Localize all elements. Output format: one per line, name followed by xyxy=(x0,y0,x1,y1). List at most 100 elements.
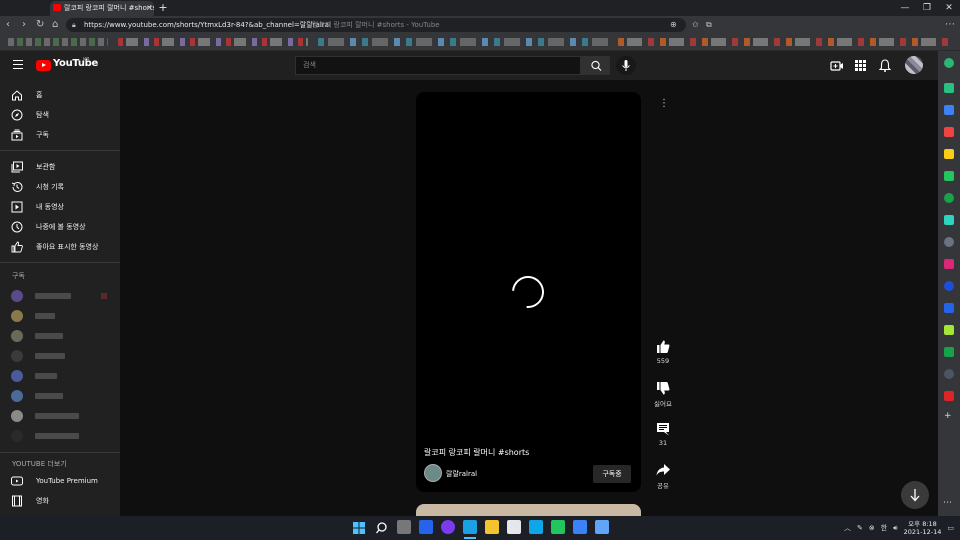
guide-item-history[interactable]: 시청 기록 xyxy=(0,177,120,197)
sidebar-app-icon[interactable] xyxy=(944,369,954,379)
sidebar-app-icon[interactable] xyxy=(944,303,954,313)
edge-browser-icon[interactable] xyxy=(463,520,477,534)
tray-app-icon[interactable]: ⊗ xyxy=(869,524,875,532)
sidebar-app-icon[interactable] xyxy=(944,58,954,68)
comments-button[interactable]: 31 xyxy=(646,422,680,447)
guide-item-library[interactable]: 보관함 xyxy=(0,157,120,177)
extensions-icon[interactable]: ⧉ xyxy=(706,16,712,34)
movies-icon xyxy=(12,495,22,507)
dislike-button[interactable]: 싫어요 xyxy=(646,381,680,408)
guide-item-youtube-premium[interactable]: YouTube Premium xyxy=(0,471,120,491)
photos-icon[interactable] xyxy=(529,520,543,534)
widgets-icon[interactable] xyxy=(419,520,433,534)
guide-item-my-videos[interactable]: 내 동영상 xyxy=(0,197,120,217)
sidebar-app-icon[interactable] xyxy=(944,237,954,247)
close-window-button[interactable]: ✕ xyxy=(938,0,960,16)
minimize-button[interactable]: — xyxy=(894,0,916,16)
browser-tab-active[interactable]: 랄코피 랑코피 랄머니 #shorts xyxy=(50,1,154,16)
subscription-channel[interactable] xyxy=(11,349,111,363)
bookmark-items[interactable] xyxy=(118,38,308,46)
sidebar-app-icon[interactable] xyxy=(944,325,954,335)
guide-item-explore[interactable]: 탐색 xyxy=(0,105,120,125)
maximize-button[interactable]: ❐ xyxy=(916,0,938,16)
subscriptions-heading: 구독 xyxy=(12,272,25,280)
new-tab-button[interactable]: + xyxy=(157,0,169,16)
volume-icon[interactable]: 🔊︎ xyxy=(893,524,897,533)
favorites-icon[interactable]: ✩ xyxy=(692,16,699,34)
add-icon[interactable]: ⊕ xyxy=(670,16,677,34)
channel-name xyxy=(35,433,79,439)
back-icon[interactable]: ‹ xyxy=(6,16,10,34)
taskbar-app-icon[interactable] xyxy=(551,520,565,534)
sidebar-app-icon[interactable] xyxy=(944,259,954,269)
more-options-icon[interactable]: ⋮ xyxy=(659,98,669,109)
subscription-channel[interactable] xyxy=(11,369,111,383)
subscription-channel[interactable] xyxy=(11,289,111,303)
bookmark-items[interactable] xyxy=(8,38,108,46)
tray-app-icon[interactable]: ✎ xyxy=(857,524,863,532)
subscription-channel[interactable] xyxy=(11,429,111,443)
like-button[interactable]: 559 xyxy=(646,340,680,365)
calendar-icon[interactable] xyxy=(573,520,587,534)
ime-indicator[interactable]: 한 xyxy=(881,523,887,533)
subscription-channel[interactable] xyxy=(11,329,111,343)
sidebar-more-icon[interactable]: ⋯ xyxy=(943,498,952,508)
sidebar-app-icon[interactable] xyxy=(944,347,954,357)
guide-item-subscriptions[interactable]: 구독 xyxy=(0,125,120,145)
channel-name xyxy=(35,313,55,319)
guide-item-movies[interactable]: 영화 xyxy=(0,491,120,511)
youtube-logo-text[interactable]: YouTube xyxy=(53,58,98,69)
video-title[interactable]: 랄코피 랑코피 랄머니 #shorts xyxy=(424,447,529,458)
taskbar-search[interactable] xyxy=(375,520,389,534)
file-explorer-icon[interactable] xyxy=(485,520,499,534)
subscribe-button[interactable]: 구독중 xyxy=(593,465,631,483)
voice-search-button[interactable] xyxy=(616,56,636,75)
url-text[interactable]: https://www.youtube.com/shorts/YtmxLd3r-… xyxy=(84,16,331,34)
taskbar-clock[interactable]: 오후 8:18 2021-12-14 xyxy=(904,520,942,536)
tab-close-icon[interactable]: × xyxy=(146,0,153,15)
guide-item-home[interactable]: 홈 xyxy=(0,85,120,105)
guide-item-liked-videos[interactable]: 좋아요 표시한 동영상 xyxy=(0,237,120,257)
show-hidden-icons-icon[interactable]: ︿ xyxy=(844,523,851,533)
account-avatar[interactable] xyxy=(905,56,923,74)
taskbar-app-icon[interactable] xyxy=(595,520,609,534)
bookmark-items[interactable] xyxy=(618,38,948,46)
channel-avatar[interactable] xyxy=(424,464,442,482)
subscription-channel[interactable] xyxy=(11,309,111,323)
sidebar-app-icon[interactable] xyxy=(944,149,954,159)
scroll-down-button[interactable] xyxy=(901,481,929,509)
sidebar-app-icon[interactable] xyxy=(944,215,954,225)
menu-icon[interactable]: ⋯ xyxy=(945,16,955,34)
share-button[interactable]: 공유 xyxy=(646,463,680,490)
search-button[interactable] xyxy=(581,56,610,75)
notification-icon[interactable]: ▭ xyxy=(947,524,954,532)
reload-icon[interactable]: ↻ xyxy=(36,16,44,34)
sidebar-app-icon[interactable] xyxy=(944,127,954,137)
task-view-icon[interactable] xyxy=(397,520,411,534)
channel-name[interactable]: 랄랄ralral xyxy=(446,469,477,479)
search-input[interactable]: 검색 xyxy=(295,56,581,75)
teams-chat-icon[interactable] xyxy=(441,520,455,534)
subscription-channel[interactable] xyxy=(11,389,111,403)
hamburger-menu-icon[interactable] xyxy=(13,60,23,72)
channel-avatar xyxy=(11,330,23,342)
bookmark-items[interactable] xyxy=(318,38,608,46)
sidebar-add-icon[interactable]: + xyxy=(944,411,952,421)
sidebar-app-icon[interactable] xyxy=(944,171,954,181)
sidebar-app-icon[interactable] xyxy=(944,83,954,93)
sidebar-app-icon[interactable] xyxy=(944,391,954,401)
apps-grid-icon[interactable] xyxy=(855,60,866,71)
guide-item-watch-later[interactable]: 나중에 볼 동영상 xyxy=(0,217,120,237)
notifications-bell-icon[interactable] xyxy=(879,59,891,72)
sidebar-app-icon[interactable] xyxy=(944,193,954,203)
next-short-preview[interactable] xyxy=(416,504,641,516)
taskbar-app-icon[interactable] xyxy=(507,520,521,534)
youtube-logo-icon[interactable] xyxy=(36,60,51,71)
sidebar-app-icon[interactable] xyxy=(944,281,954,291)
sidebar-app-icon[interactable] xyxy=(944,105,954,115)
subscription-channel[interactable] xyxy=(11,409,111,423)
home-browser-icon[interactable]: ⌂ xyxy=(52,16,58,34)
start-button[interactable] xyxy=(352,520,366,534)
forward-icon[interactable]: › xyxy=(22,16,26,34)
create-video-icon[interactable] xyxy=(830,60,844,72)
